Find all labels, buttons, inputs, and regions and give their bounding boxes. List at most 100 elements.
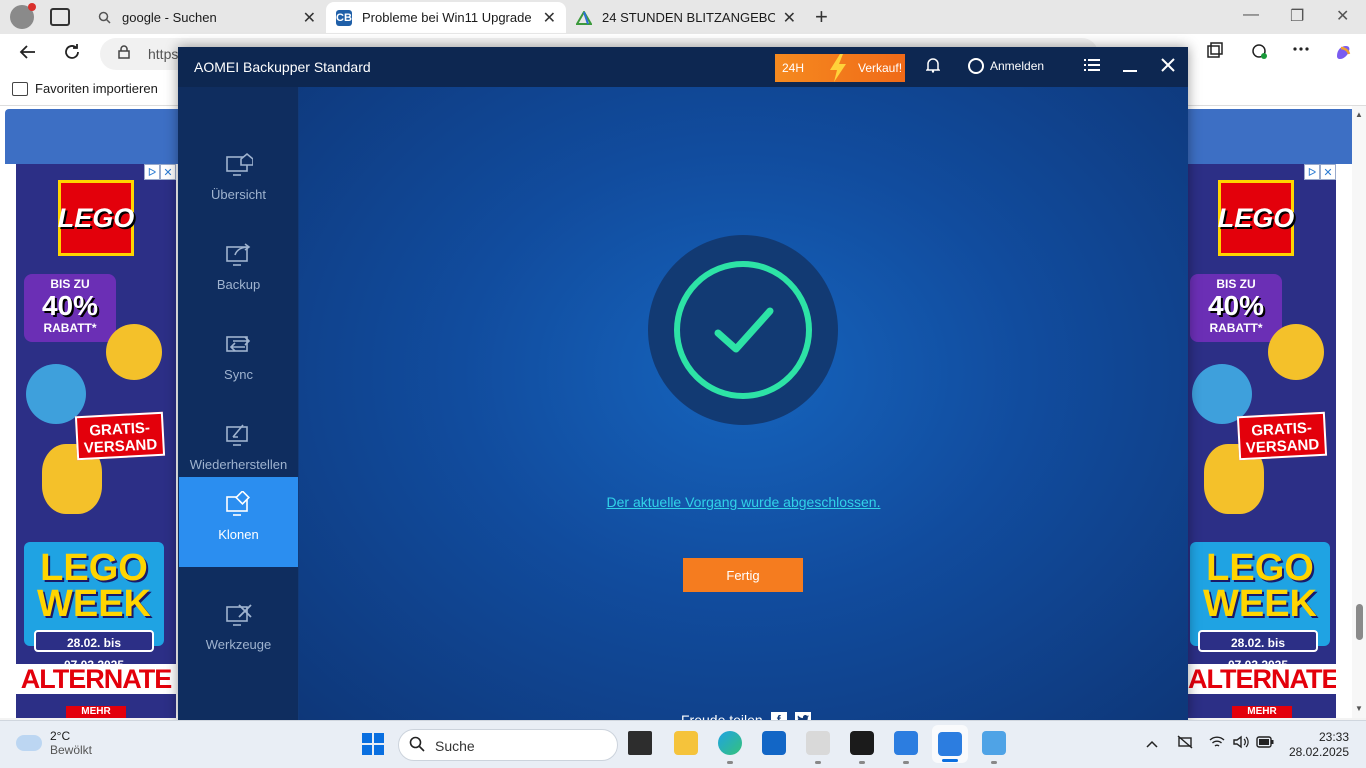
alternate-logo: ALTERNATE [1188,664,1336,694]
login-button[interactable]: Anmelden [968,58,1044,74]
tab-close-icon[interactable]: ✕ [303,8,316,28]
scroll-up-arrow-icon[interactable]: ▲ [1355,110,1363,119]
app-title: AOMEI Backupper Standard [194,59,371,75]
bell-icon[interactable] [925,57,941,78]
app-minimize-icon[interactable] [1123,56,1137,77]
collections-icon[interactable] [1206,42,1224,66]
aomei-taskbar-icon[interactable] [894,731,918,764]
back-icon[interactable] [18,42,38,68]
more-menu-icon[interactable] [1292,40,1310,64]
ad-choices-icon[interactable]: ᐅ [144,164,160,180]
copilot-icon[interactable] [1333,42,1353,68]
app-close-icon[interactable] [1161,56,1175,77]
scrollbar-thumb[interactable] [1356,604,1363,640]
nav-item-backup[interactable]: Backup [179,227,298,317]
free-shipping-badge: GRATIS- VERSAND [74,411,166,461]
app-sidebar: Übersicht Backup Sync Wiederherstellen K… [178,87,298,720]
refresh-icon[interactable] [62,42,82,68]
discount-value: 40% [1207,290,1265,321]
tab-close-icon[interactable]: ✕ [543,8,556,28]
login-label: Anmelden [990,59,1045,73]
app-menu-icon[interactable] [1084,56,1100,77]
volume-icon[interactable] [1233,735,1249,752]
import-icon [12,81,28,96]
cb-logo-icon: CB [336,9,352,26]
nav-label: Backup [216,277,261,292]
search-icon [409,736,425,757]
user-icon [968,58,984,74]
sync-icon [225,331,253,359]
success-ring [674,261,812,399]
clone-result-panel: Der aktuelle Vorgang wurde abgeschlossen… [299,87,1188,728]
store-icon[interactable] [762,731,786,755]
system-clock[interactable]: 23:33 28.02.2025 [1287,730,1349,760]
wifi-icon[interactable] [1209,735,1225,752]
window-close-button[interactable]: ✕ [1336,6,1349,26]
weather-condition: Bewölkt [50,743,93,757]
new-tab-button[interactable]: + [815,4,828,30]
free-shipping-badge: GRATIS- VERSAND [1236,411,1328,461]
promo-banner[interactable]: 24H Verkauf! [775,54,905,82]
ad-more-button[interactable]: MEHR [66,706,126,718]
favorites-import-link[interactable]: Favoriten importieren [12,81,158,96]
ad-close-icon[interactable]: ✕ [160,164,176,180]
tray-overflow-icon[interactable] [1146,735,1158,751]
terminal-icon[interactable] [850,731,874,764]
ad-choices-icon[interactable]: ᐅ [1304,164,1320,180]
nav-item-clone[interactable]: Klonen [179,477,298,567]
aomei-window: AOMEI Backupper Standard 24H Verkauf! An… [178,47,1188,728]
discount-value: 40% [41,290,99,321]
lego-logo: LEGO [58,180,134,256]
nav-item-sync[interactable]: Sync [179,317,298,407]
tab-win11-upgrade[interactable]: CB Probleme bei Win11 Upgrade / Pl ✕ [326,2,566,33]
campaign-dates: 28.02. bis 07.03.2025 [34,630,154,672]
cloud-icon [16,735,42,751]
backup-icon [225,241,253,269]
tab-blitzangebot[interactable]: 24 STUNDEN BLITZANGEBOT | BIS ✕ [566,2,806,33]
tab-title: Probleme bei Win11 Upgrade / Pl [362,10,535,25]
control-panel-icon[interactable] [982,731,1006,764]
page-scrollbar[interactable]: ▲ ▼ [1352,106,1366,718]
status-message[interactable]: Der aktuelle Vorgang wurde abgeschlossen… [299,494,1188,510]
lock-icon [118,45,130,62]
nav-item-overview[interactable]: Übersicht [179,137,298,227]
tab-actions-icon[interactable] [50,8,70,26]
nav-label: Übersicht [211,187,266,202]
file-explorer-icon[interactable] [674,731,698,755]
search-icon [96,10,112,26]
network-off-icon[interactable] [1177,735,1193,752]
battery-icon[interactable] [1256,735,1274,751]
task-view-icon[interactable] [628,731,652,755]
clock-date: 28.02.2025 [1288,745,1349,759]
aomei-active-taskbar-icon[interactable] [932,725,968,763]
scroll-down-arrow-icon[interactable]: ▼ [1355,704,1363,713]
ad-choices[interactable]: ᐅ ✕ [144,164,176,180]
start-button[interactable] [362,733,384,755]
profile-avatar[interactable] [10,3,36,29]
lego-ad-left[interactable]: ᐅ ✕ LEGO BIS ZU 40% RABATT* GRATIS- VERS… [16,164,176,718]
nav-label: Klonen [218,527,259,542]
nav-label: Wiederherstellen [189,457,288,472]
nav-item-tools[interactable]: Werkzeuge [179,587,298,677]
ad-choices[interactable]: ᐅ ✕ [1304,164,1336,180]
weather-widget[interactable]: 2°C Bewölkt [16,729,92,757]
window-restore-button[interactable]: ❐ [1290,6,1304,26]
finish-button[interactable]: Fertig [683,558,803,592]
promo-24h-label: 24H [782,61,805,75]
tab-close-icon[interactable]: ✕ [783,8,796,28]
extensions-icon[interactable] [1250,42,1268,66]
taskbar-search[interactable]: Suche [398,729,618,761]
lego-logo: LEGO [1218,180,1294,256]
overview-icon [225,151,254,179]
lego-ad-right[interactable]: ᐅ ✕ LEGO BIS ZU 40% RABATT* GRATIS- VERS… [1188,164,1336,718]
ad-more-button[interactable]: MEHR [1232,706,1292,718]
favorites-import-label: Favoriten importieren [35,81,158,96]
installer-icon[interactable] [806,731,830,764]
triangle-logo-icon [576,10,592,26]
tab-title: 24 STUNDEN BLITZANGEBOT | BIS [602,10,775,25]
window-minimize-button[interactable]: — [1243,6,1259,24]
ad-close-icon[interactable]: ✕ [1320,164,1336,180]
tab-google-search[interactable]: google - Suchen ✕ [86,2,326,33]
edge-icon[interactable] [718,731,742,764]
checkmark-icon [714,307,774,353]
